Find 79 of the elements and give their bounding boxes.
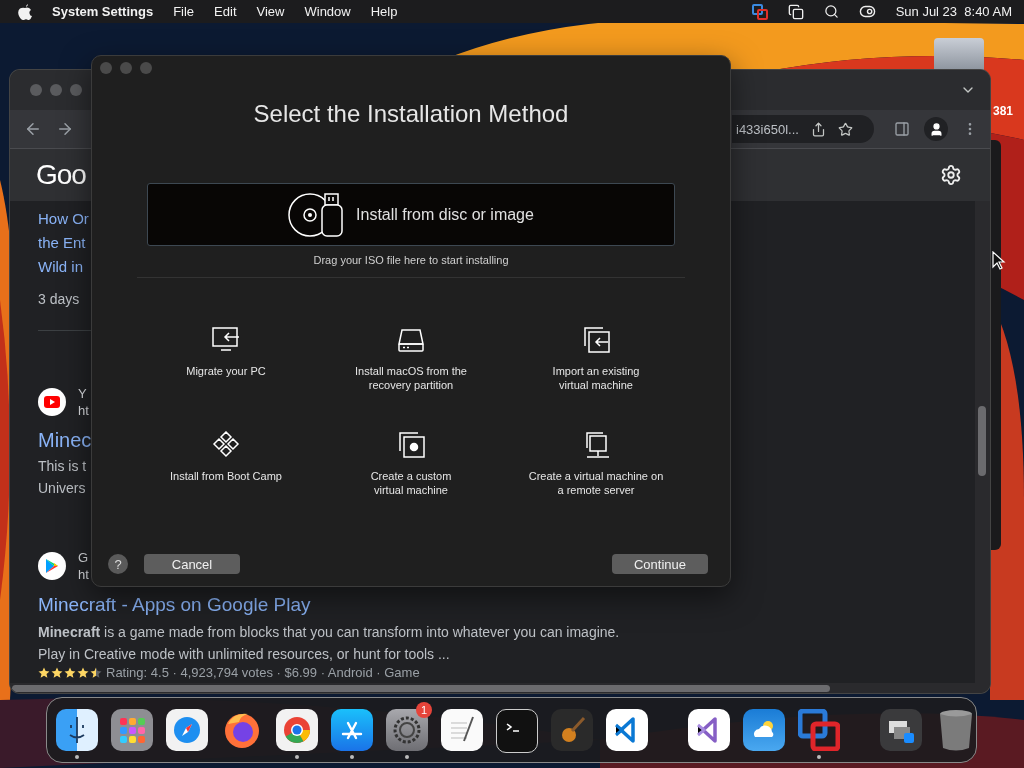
continue-button[interactable]: Continue [612,554,708,574]
guitar-icon[interactable] [551,709,593,751]
menu-item[interactable]: Edit [214,4,237,19]
forward-icon[interactable] [56,120,74,138]
install-option[interactable]: Import an existing virtual machine [503,326,689,399]
menu-item[interactable]: Help [370,4,398,19]
close-dot[interactable] [100,62,112,74]
site-name: G [78,549,89,566]
address-bar[interactable]: i433i650l... [732,115,874,143]
minimize-dot[interactable] [120,62,132,74]
ring-logo-icon[interactable] [276,709,318,751]
control-center-icon[interactable] [858,3,876,20]
compass-icon[interactable] [166,709,208,751]
code-editor-icon[interactable] [606,709,648,751]
play-logo-icon [38,388,66,416]
dialog-title: Select the Installation Method [253,99,569,129]
rating-text: Rating: 4.5 · 4,923,794 votes · $6.99 · Android · Game [106,665,420,681]
window-fragment-text: 381 [993,104,1014,118]
share-icon[interactable] [810,121,826,137]
monitor-arrow-icon [211,326,241,354]
logo-text[interactable]: Goo [36,159,86,191]
star-icon [90,667,102,679]
install-option[interactable]: Install macOS from the recovery partition [318,326,504,399]
cloud-sun-icon[interactable] [743,709,785,751]
menu-item[interactable]: Window [304,4,351,19]
zoom-dot[interactable] [70,84,82,96]
install-option[interactable]: Install from Boot Camp [133,431,319,504]
minimize-dot[interactable] [50,84,62,96]
result-title[interactable]: Minecraft - Apps on Google Play [38,589,311,621]
help-button[interactable]: ? [108,554,128,574]
notification-badge: 1 [416,702,432,718]
settings-icon[interactable] [940,164,962,186]
drop-hint: Drag your ISO file here to start installing [313,254,509,266]
star-icon [64,667,76,679]
window-gear-icon [396,431,426,459]
star-icon [51,667,63,679]
profile-icon[interactable] [924,117,948,141]
code-editor-icon[interactable] [688,709,730,751]
install-option[interactable]: Create a virtual machine on a remote server [503,431,689,504]
result-snippet: This is t Univers [38,457,87,498]
window-stack-icon[interactable] [880,709,922,751]
close-dot[interactable] [30,84,42,96]
side-panel-icon[interactable] [894,121,910,137]
windows-arrow-icon [581,326,611,354]
star-icon [38,667,50,679]
menu-item[interactable]: View [256,4,285,19]
site-url: ht [78,402,89,419]
terminal-icon[interactable] [496,709,538,753]
result-snippet: Minecraft is a game made from blocks that you can transform into whatever you can imagine. Play in Creative mode with unlimited resources, or hunt for tools ... [38,623,620,664]
scrollbar-thumb[interactable] [978,406,986,476]
finder-face-icon[interactable] [56,709,98,751]
zoom-dot[interactable] [140,62,152,74]
cancel-button[interactable]: Cancel [144,554,240,574]
hard-drive-icon [396,326,426,354]
app-store-icon[interactable] [331,709,373,751]
drop-zone[interactable]: Install from disc or image [147,183,675,246]
menu-item[interactable]: File [173,4,195,19]
site-url: ht [78,566,89,583]
site-name: Y [78,385,88,402]
scrollbar-thumb[interactable] [12,685,830,692]
install-option[interactable]: Migrate your PC [133,326,319,399]
diamonds-icon [211,431,241,459]
notepad-pen-icon[interactable] [441,709,483,751]
drive-icon[interactable] [934,38,984,70]
star-outline-icon[interactable] [837,121,853,137]
result-title[interactable]: How Or the Ent Wild in [38,207,89,279]
overlapping-squares-icon[interactable] [798,709,840,751]
back-icon[interactable] [24,120,42,138]
screen-mirroring-icon[interactable] [787,3,804,20]
search-icon[interactable] [823,4,839,19]
menu-clock[interactable]: Sun Jul 23 8:40 AM [895,4,1012,19]
result-title[interactable]: Minec [38,425,92,455]
overlapping-squares-icon[interactable] [751,3,768,20]
app-grid-icon[interactable] [111,709,153,751]
app-menu[interactable]: System Settings [52,4,154,19]
apple-logo-icon[interactable] [18,3,32,20]
star-icon [77,667,89,679]
result-date: 3 days [38,290,80,309]
install-option[interactable]: Create a custom virtual machine [318,431,504,504]
